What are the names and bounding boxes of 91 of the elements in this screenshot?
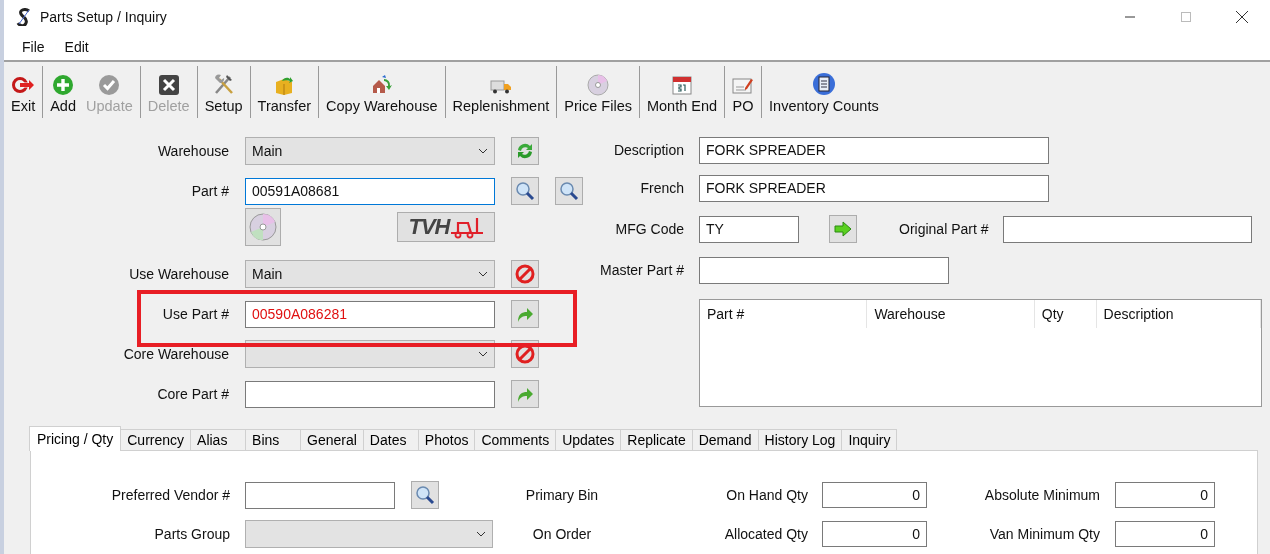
- text-field[interactable]: [1003, 215, 1253, 243]
- toolbar-button[interactable]: Inventory Counts: [764, 66, 884, 118]
- column-header[interactable]: Warehouse: [867, 300, 1035, 328]
- window-title: Parts Setup / Inquiry: [40, 9, 167, 25]
- exit-arrow-icon: [11, 74, 36, 96]
- menu-item[interactable]: File: [12, 37, 55, 57]
- toolbar-button[interactable]: Month End: [641, 66, 723, 118]
- plus-icon: [52, 74, 75, 96]
- tab[interactable]: Replicate: [620, 429, 693, 450]
- field-label: Master Part #: [599, 262, 684, 278]
- icon-button[interactable]: [511, 300, 539, 328]
- field-label: Parts Group: [154, 526, 230, 542]
- chevron-down-icon: [478, 351, 488, 357]
- field-label: Absolute Minimum: [984, 487, 1100, 503]
- maximize-icon: [1181, 12, 1191, 22]
- disc-button[interactable]: [245, 208, 281, 246]
- toolbar-button[interactable]: PO: [727, 66, 760, 118]
- icon-button[interactable]: [511, 380, 539, 408]
- number-field[interactable]: 0: [822, 482, 927, 508]
- disc-icon: [249, 213, 277, 241]
- check-icon: [98, 74, 121, 96]
- tab[interactable]: Updates: [555, 429, 622, 450]
- field-label: Allocated Qty: [724, 526, 808, 542]
- chevron-down-icon: [478, 271, 488, 277]
- clipboard-icon: [811, 72, 836, 96]
- field-label: Use Part #: [162, 306, 229, 322]
- toolbar-button[interactable]: Replenishment: [447, 66, 555, 118]
- field-label: MFG Code: [615, 221, 684, 237]
- calendar-icon: [671, 74, 693, 96]
- icon-button[interactable]: [411, 481, 439, 509]
- no-entry-icon: [515, 264, 535, 284]
- truck-icon: [449, 215, 484, 239]
- refresh-icon: [515, 141, 535, 161]
- toolbar-button[interactable]: Price Files: [559, 66, 637, 118]
- close-icon: [157, 74, 180, 96]
- number-field[interactable]: 0: [1115, 482, 1215, 508]
- icon-button[interactable]: [511, 260, 539, 288]
- text-field[interactable]: 00590A086281: [245, 300, 495, 328]
- field-label: On Hand Qty: [726, 487, 808, 503]
- text-field[interactable]: FORK SPREADER: [699, 136, 1049, 164]
- close-icon: [1236, 11, 1248, 23]
- field-label: Description: [613, 142, 684, 158]
- field-label: Primary Bin: [525, 487, 599, 503]
- field-label: Use Warehouse: [129, 266, 229, 282]
- toolbar-button[interactable]: Exit: [6, 66, 41, 118]
- icon-button[interactable]: [555, 177, 583, 205]
- field-label: Part #: [191, 183, 229, 199]
- icon-button[interactable]: [511, 137, 539, 165]
- number-field[interactable]: 0: [1115, 521, 1215, 547]
- field-label: On Order: [532, 526, 592, 542]
- logo-button[interactable]: TVH: [397, 212, 495, 242]
- field-label: French: [640, 180, 684, 196]
- chevron-down-icon: [476, 531, 486, 537]
- tab[interactable]: Currency: [120, 429, 192, 450]
- field-label: Preferred Vendor #: [111, 487, 230, 503]
- field-label: Warehouse: [157, 143, 229, 159]
- no-entry-icon: [515, 344, 535, 364]
- dropdown[interactable]: Main: [245, 137, 495, 165]
- icon-button[interactable]: [829, 215, 857, 243]
- dropdown[interactable]: Main: [245, 260, 495, 288]
- field-label: Core Part #: [157, 386, 229, 402]
- app-logo-icon: [16, 8, 32, 26]
- column-header[interactable]: Description: [1096, 300, 1261, 328]
- text-field[interactable]: FORK SPREADER: [699, 174, 1049, 202]
- menu-item[interactable]: Edit: [54, 37, 99, 57]
- right-arrow-icon: [833, 221, 853, 237]
- text-field[interactable]: TY: [699, 215, 799, 243]
- toolbar-button[interactable]: Add: [45, 66, 81, 118]
- chevron-down-icon: [478, 148, 488, 154]
- toolbar-button[interactable]: Copy Warehouse: [321, 66, 443, 118]
- text-field[interactable]: [245, 481, 395, 509]
- search-icon: [559, 181, 579, 201]
- text-field[interactable]: [699, 256, 949, 284]
- text-field[interactable]: 00591A08681: [245, 177, 495, 205]
- tab[interactable]: History Log: [757, 429, 843, 450]
- text-field[interactable]: [245, 380, 495, 408]
- search-icon: [515, 181, 535, 201]
- column-header[interactable]: Part #: [700, 300, 868, 328]
- field-label: Van Minimum Qty: [989, 526, 1100, 542]
- icon-button[interactable]: [511, 177, 539, 205]
- search-icon: [415, 485, 435, 505]
- disc-icon: [587, 74, 610, 96]
- field-label: Original Part #: [899, 221, 989, 237]
- tab[interactable]: Pricing / Qty: [29, 426, 122, 451]
- column-header[interactable]: Qty: [1034, 300, 1097, 328]
- toolbar-button[interactable]: Transfer: [252, 66, 317, 118]
- toolbar-button[interactable]: Setup: [199, 66, 248, 118]
- tab[interactable]: Inquiry: [841, 429, 898, 450]
- document-pencil-icon: [732, 76, 755, 96]
- number-field[interactable]: 0: [822, 521, 927, 547]
- field-label: Core Warehouse: [123, 346, 229, 362]
